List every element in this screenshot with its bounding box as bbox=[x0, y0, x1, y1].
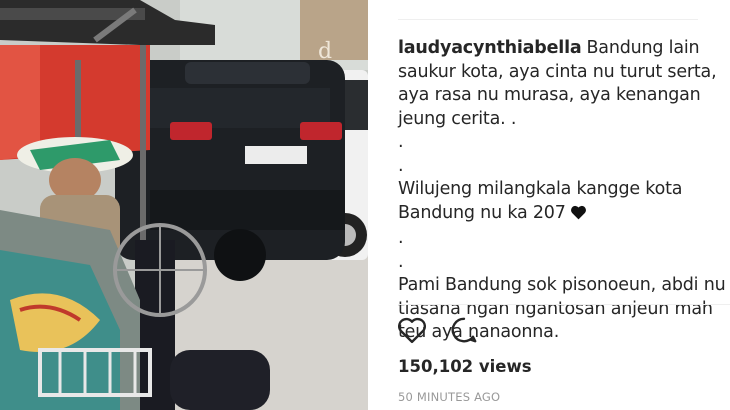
actions-divider bbox=[398, 304, 730, 305]
comment-bubble-icon bbox=[449, 315, 479, 350]
header-divider bbox=[398, 19, 698, 20]
photo-scene: d bbox=[0, 0, 368, 410]
like-button[interactable] bbox=[396, 316, 428, 348]
caption-dot: . bbox=[398, 251, 404, 272]
username-link[interactable]: laudyacynthiabella bbox=[398, 38, 582, 58]
post-photo[interactable]: d bbox=[0, 0, 368, 410]
post-caption: laudyacynthiabella Bandung lain saukur ko… bbox=[398, 37, 728, 345]
view-count[interactable]: 150,102 views bbox=[398, 357, 532, 376]
post-actions bbox=[396, 316, 480, 348]
caption-paragraph-2: Wilujeng milangkala kangge kota Bandung … bbox=[398, 178, 728, 227]
heart-outline-icon bbox=[397, 316, 427, 349]
black-heart-icon bbox=[570, 204, 587, 228]
post-timestamp[interactable]: 50 MINUTES AGO bbox=[398, 390, 500, 404]
caption-dot: . bbox=[398, 228, 404, 248]
comment-button[interactable] bbox=[448, 316, 480, 348]
caption-dot: . bbox=[398, 155, 404, 176]
caption-lead-paragraph: laudyacynthiabella Bandung lain saukur ko… bbox=[398, 37, 728, 131]
post-panel: laudyacynthiabella Bandung lain saukur ko… bbox=[368, 0, 730, 410]
caption-para2-text: Wilujeng milangkala kangge kota Bandung … bbox=[398, 179, 683, 223]
caption-dot: . bbox=[398, 132, 404, 152]
